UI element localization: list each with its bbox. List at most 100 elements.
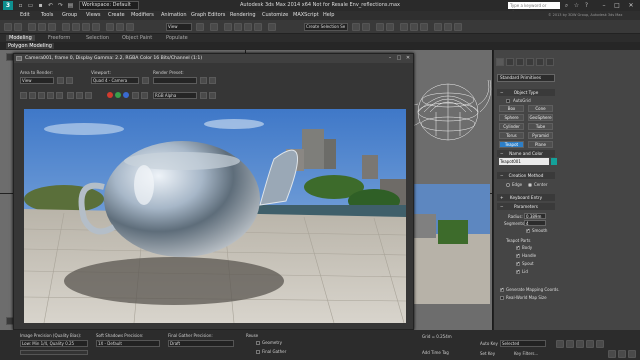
previous-frame-icon[interactable] xyxy=(566,340,574,348)
edit-region-icon[interactable] xyxy=(57,77,64,84)
rendered-frame-window[interactable]: Camera001, frame 0, Display Gamma: 2.2, … xyxy=(13,53,414,330)
render-window-close[interactable]: ✕ xyxy=(404,55,412,62)
material-editor-icon[interactable] xyxy=(420,23,428,31)
track-bar-icon[interactable] xyxy=(67,92,74,99)
creation-method-rollout[interactable]: − Creation Method xyxy=(497,172,555,179)
teapot-button[interactable]: Teapot xyxy=(499,141,524,148)
go-to-end-icon[interactable] xyxy=(596,340,604,348)
menu-edit[interactable]: Edit xyxy=(20,12,30,18)
red-channel-toggle-icon[interactable] xyxy=(107,92,113,98)
create-tab-icon[interactable] xyxy=(496,58,504,66)
graphite-toggle-icon[interactable] xyxy=(386,23,394,31)
rendered-frame-window-icon[interactable] xyxy=(444,23,452,31)
frame-toggle-icon[interactable] xyxy=(85,92,92,99)
render-window-titlebar[interactable]: Camera001, frame 0, Display Gamma: 2.2, … xyxy=(14,54,413,63)
body-checkbox[interactable] xyxy=(516,245,520,251)
menu-graph-editors[interactable]: Graph Editors xyxy=(191,12,225,18)
reuse-final-gather-checkbox[interactable] xyxy=(256,350,260,354)
app-logo-icon[interactable]: 3 xyxy=(3,1,13,10)
set-key-button[interactable]: Set Key xyxy=(480,351,495,356)
geosphere-button[interactable]: GeoSphere xyxy=(528,114,553,121)
autogrid-checkbox[interactable] xyxy=(506,99,510,103)
area-to-render-dropdown[interactable]: View xyxy=(20,77,54,84)
tab-selection[interactable]: Selection xyxy=(86,35,109,41)
undo-icon[interactable]: ↶ xyxy=(47,2,54,9)
lid-checkbox[interactable] xyxy=(516,269,520,275)
polygon-modeling-panel[interactable]: Polygon Modeling xyxy=(6,43,54,49)
maximize-button[interactable]: □ xyxy=(612,1,622,10)
window-crossing-icon[interactable] xyxy=(92,23,100,31)
render-setup-icon[interactable] xyxy=(434,23,442,31)
reference-coordinate-dropdown[interactable]: View xyxy=(166,23,192,31)
close-button[interactable]: ✕ xyxy=(626,1,636,10)
curve-editor-icon[interactable] xyxy=(400,23,408,31)
sphere-button[interactable]: Sphere xyxy=(499,114,524,121)
rotate-icon[interactable] xyxy=(116,23,124,31)
angle-snap-icon[interactable] xyxy=(234,23,242,31)
print-image-icon[interactable] xyxy=(47,92,54,99)
parameters-rollout[interactable]: − Parameters xyxy=(497,203,555,210)
rendered-image[interactable] xyxy=(24,109,406,323)
keyboard-entry-rollout[interactable]: + Keyboard Entry xyxy=(497,194,555,201)
smooth-checkbox[interactable] xyxy=(526,228,530,234)
object-name-field[interactable]: Teapot001 xyxy=(499,158,549,165)
render-window-maximize[interactable]: □ xyxy=(395,55,403,62)
layer-manager-icon[interactable] xyxy=(376,23,384,31)
render-setup-button-icon[interactable] xyxy=(200,77,207,84)
maximize-viewport-icon[interactable] xyxy=(628,350,636,358)
box-button[interactable]: Box xyxy=(499,105,524,112)
plane-button[interactable]: Plane xyxy=(528,141,553,148)
hierarchy-tab-icon[interactable] xyxy=(516,58,524,66)
render-production-icon[interactable] xyxy=(454,23,462,31)
object-type-rollout[interactable]: − Object Type xyxy=(497,89,555,96)
save-image-icon[interactable] xyxy=(20,92,27,99)
clear-image-icon[interactable] xyxy=(56,92,63,99)
zoom-extents-icon[interactable] xyxy=(608,350,616,358)
channel-display-dropdown[interactable]: RGB Alpha xyxy=(153,92,197,99)
minimize-button[interactable]: – xyxy=(599,1,609,10)
mirror-icon[interactable] xyxy=(352,23,360,31)
tab-modeling[interactable]: Modeling xyxy=(6,35,35,41)
edit-named-selection-icon[interactable] xyxy=(268,23,276,31)
link-icon[interactable] xyxy=(28,23,36,31)
menu-animation[interactable]: Animation xyxy=(161,12,187,18)
clone-window-icon[interactable] xyxy=(38,92,45,99)
save-icon[interactable]: ▪ xyxy=(37,2,44,9)
next-frame-icon[interactable] xyxy=(586,340,594,348)
scale-icon[interactable] xyxy=(126,23,134,31)
star-icon[interactable]: ☆ xyxy=(573,2,580,9)
open-file-icon[interactable]: ▭ xyxy=(27,2,34,9)
green-channel-toggle-icon[interactable] xyxy=(115,92,121,98)
color-swatch-icon[interactable] xyxy=(209,92,216,99)
menu-create[interactable]: Create xyxy=(108,12,125,18)
unlink-icon[interactable] xyxy=(38,23,46,31)
object-color-swatch[interactable] xyxy=(551,158,557,165)
tab-freeform[interactable]: Freeform xyxy=(48,35,70,41)
help-icon[interactable]: ? xyxy=(583,2,590,9)
spinner-snap-icon[interactable] xyxy=(254,23,262,31)
menu-customize[interactable]: Customize xyxy=(262,12,288,18)
viewport-dropdown[interactable]: Quad 4 - Camera xyxy=(91,77,139,84)
torus-button[interactable]: Torus xyxy=(499,132,524,139)
segments-spinner[interactable]: 4 xyxy=(524,220,546,226)
reuse-geometry-checkbox[interactable] xyxy=(256,341,260,345)
snaps-toggle-icon[interactable] xyxy=(224,23,232,31)
motion-tab-icon[interactable] xyxy=(526,58,534,66)
utilities-tab-icon[interactable] xyxy=(546,58,554,66)
key-filters-button[interactable]: Key Filters... xyxy=(514,351,538,356)
schematic-view-icon[interactable] xyxy=(410,23,418,31)
generate-mapping-checkbox[interactable] xyxy=(500,287,504,293)
monochrome-toggle-icon[interactable] xyxy=(141,92,148,99)
bind-space-warp-icon[interactable] xyxy=(48,23,56,31)
search-icon[interactable]: ⌕ xyxy=(563,2,570,9)
image-precision-slider[interactable] xyxy=(20,350,88,355)
menu-views[interactable]: Views xyxy=(86,12,100,18)
copy-image-icon[interactable] xyxy=(29,92,36,99)
menu-help[interactable]: Help xyxy=(323,12,334,18)
radius-spinner[interactable]: 0.389m xyxy=(524,213,546,219)
render-window-minimize[interactable]: – xyxy=(386,55,394,62)
redo-icon[interactable]: ↷ xyxy=(57,2,64,9)
display-gamma-icon[interactable] xyxy=(200,92,207,99)
auto-region-icon[interactable] xyxy=(66,77,73,84)
select-object-icon[interactable] xyxy=(62,23,70,31)
